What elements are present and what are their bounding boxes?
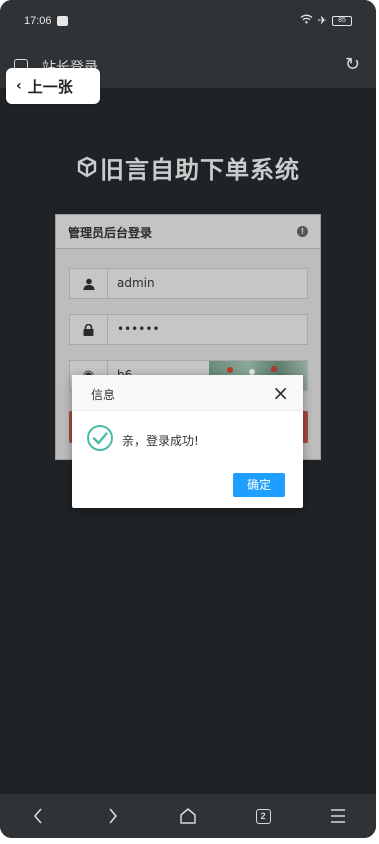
- previous-image-label: 上一张: [27, 77, 73, 96]
- tabs-count: 2: [255, 808, 271, 824]
- battery-icon: 85: [332, 15, 352, 26]
- cube-icon: [76, 156, 98, 184]
- confirm-button[interactable]: 确定: [233, 473, 285, 497]
- dialog-message: 亲，登录成功!: [122, 434, 199, 448]
- status-icons: ✈ 85: [300, 14, 352, 27]
- password-value: ••••••: [117, 322, 160, 336]
- lock-icon: [70, 315, 108, 344]
- success-check-icon: [86, 424, 114, 452]
- info-icon: !: [297, 226, 308, 237]
- phone-screen: 17:06 ✈ 85 站长登录 ↻ 旧言自助下单系统 管理员后台登录 !: [0, 0, 376, 838]
- status-time: 17:06: [24, 15, 52, 27]
- wifi-icon: [300, 14, 313, 27]
- tabs-button[interactable]: 2: [243, 796, 283, 836]
- site-title: 旧言自助下单系统: [0, 150, 376, 185]
- browser-bottom-nav: 2: [0, 794, 376, 838]
- notification-icon: [57, 16, 68, 26]
- status-bar: 17:06 ✈ 85: [0, 0, 376, 44]
- user-icon: [70, 269, 108, 298]
- dialog-title: 信息: [91, 388, 116, 402]
- chevron-left-icon[interactable]: [18, 796, 58, 836]
- dialog-header: 信息 ×: [72, 375, 303, 411]
- password-field[interactable]: ••••••: [69, 314, 308, 345]
- close-icon[interactable]: ×: [272, 381, 289, 405]
- site-title-text: 旧言自助下单系统: [100, 156, 300, 184]
- chevron-left-small-icon: ‹: [16, 78, 22, 94]
- login-panel-header: 管理员后台登录 !: [56, 215, 320, 249]
- home-icon[interactable]: [168, 796, 208, 836]
- username-field[interactable]: admin: [69, 268, 308, 299]
- menu-icon[interactable]: [318, 796, 358, 836]
- username-value: admin: [117, 276, 155, 290]
- reload-icon[interactable]: ↻: [345, 54, 360, 75]
- login-panel-title: 管理员后台登录: [68, 226, 153, 240]
- message-dialog: 信息 × 亲，登录成功! 确定: [72, 375, 303, 508]
- previous-image-button[interactable]: ‹ 上一张: [6, 68, 100, 104]
- chevron-right-icon[interactable]: [93, 796, 133, 836]
- airplane-icon: ✈: [317, 14, 327, 27]
